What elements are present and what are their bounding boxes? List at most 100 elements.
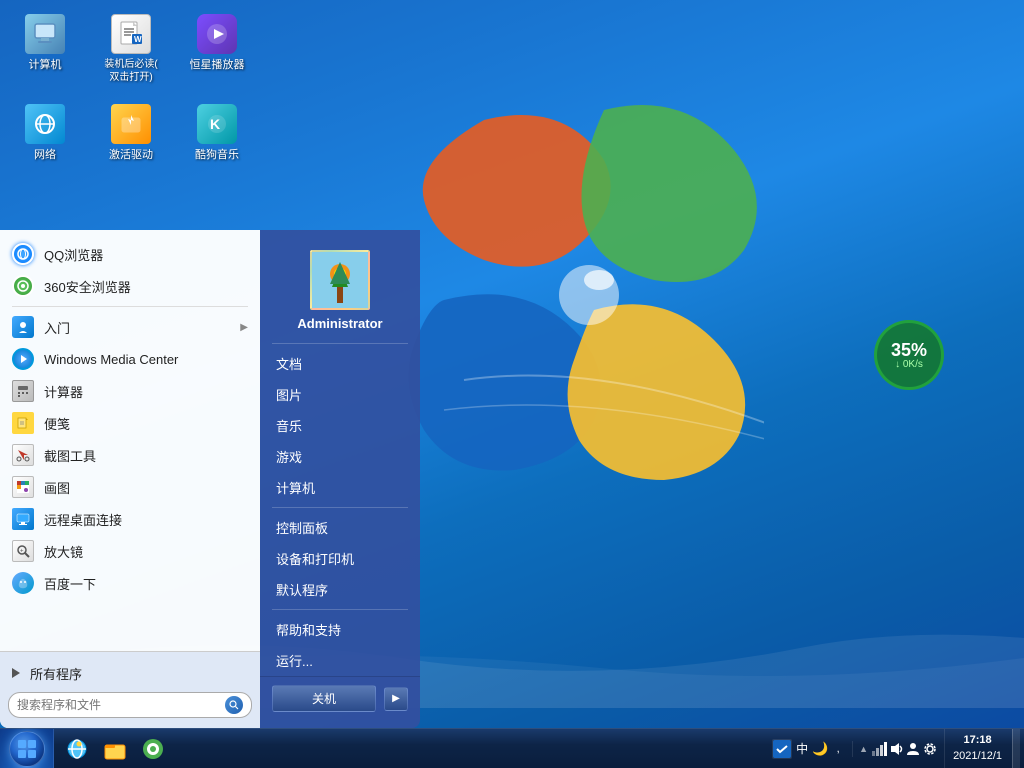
menu-item-stickynotes[interactable]: 便笺 bbox=[0, 407, 260, 439]
taskbar-item-ie[interactable] bbox=[59, 732, 95, 766]
tray-expand-button[interactable]: ▲ bbox=[857, 744, 870, 754]
search-bar bbox=[8, 692, 252, 718]
start-orb bbox=[9, 731, 45, 767]
volume-tray-icon[interactable] bbox=[888, 741, 904, 757]
activate-icon-label: 激活驱动 bbox=[109, 148, 153, 162]
clock-date: 2021/12/1 bbox=[953, 749, 1002, 764]
network-tray-icon[interactable] bbox=[871, 741, 887, 757]
menu-item-snipping[interactable]: 截图工具 bbox=[0, 439, 260, 471]
clock-area[interactable]: 17:18 2021/12/1 bbox=[944, 729, 1010, 768]
paint-icon bbox=[12, 476, 34, 498]
moon-icon[interactable]: 🌙 bbox=[812, 741, 828, 757]
desktop-icon-computer[interactable]: 计算机 bbox=[10, 10, 80, 88]
taskbar-items bbox=[54, 729, 764, 768]
baidu-label: 百度一下 bbox=[44, 574, 248, 593]
avatar-image bbox=[312, 252, 368, 308]
menu-item-intro[interactable]: 入门 ▶ bbox=[0, 311, 260, 343]
menu-item-360-browser[interactable]: 360安全浏览器 bbox=[0, 270, 260, 302]
rdp-label: 远程桌面连接 bbox=[44, 510, 248, 529]
wmc-label: Windows Media Center bbox=[44, 352, 248, 367]
desktop-icon-doc[interactable]: W 装机后必读( 双击打开) bbox=[96, 10, 166, 88]
punctuation-icon[interactable]: , bbox=[830, 741, 846, 757]
right-item-control-panel[interactable]: 控制面板 bbox=[260, 512, 420, 543]
shutdown-arrow-button[interactable]: ▶ bbox=[384, 687, 408, 711]
360-browser-label: 360安全浏览器 bbox=[44, 277, 248, 296]
right-item-computer[interactable]: 计算机 bbox=[260, 472, 420, 503]
paint-label: 画图 bbox=[44, 478, 248, 497]
menu-item-calculator[interactable]: 计算器 bbox=[0, 375, 260, 407]
intro-icon bbox=[12, 316, 34, 338]
menu-item-magnifier[interactable]: + 放大镜 bbox=[0, 535, 260, 567]
search-button[interactable] bbox=[225, 696, 243, 714]
taskbar-item-explorer[interactable] bbox=[97, 732, 133, 766]
right-item-run[interactable]: 运行... bbox=[260, 645, 420, 676]
desktop-icon-kugou[interactable]: K 酷狗音乐 bbox=[182, 100, 252, 166]
activate-icon bbox=[111, 104, 151, 144]
user-tray-icon[interactable] bbox=[905, 741, 921, 757]
clock-time: 17:18 bbox=[963, 733, 991, 748]
calculator-label: 计算器 bbox=[44, 382, 248, 401]
menu-divider-1 bbox=[12, 306, 248, 307]
right-divider-1 bbox=[272, 343, 408, 344]
media-icon-label: 恒星播放器 bbox=[190, 58, 245, 72]
menu-item-baidu[interactable]: 百度一下 bbox=[0, 567, 260, 599]
shutdown-button[interactable]: 关机 bbox=[272, 685, 376, 712]
desktop-icon-network[interactable]: 网络 bbox=[10, 100, 80, 166]
doc-icon: W bbox=[111, 14, 151, 54]
right-item-help[interactable]: 帮助和支持 bbox=[260, 614, 420, 645]
kugou-icon: K bbox=[197, 104, 237, 144]
desktop-icon-media[interactable]: 恒星播放器 bbox=[182, 10, 252, 88]
right-item-music[interactable]: 音乐 bbox=[260, 410, 420, 441]
doc-icon-label: 装机后必读( 双击打开) bbox=[104, 58, 157, 84]
user-icon bbox=[905, 741, 921, 757]
settings-icon bbox=[922, 741, 938, 757]
net-percent: 35% bbox=[891, 341, 927, 359]
computer-icon bbox=[25, 14, 65, 54]
desktop: 计算机 W 装机后必读( 双击打开) bbox=[0, 0, 1024, 768]
menu-item-rdp[interactable]: 远程桌面连接 bbox=[0, 503, 260, 535]
gear-tray-icon[interactable] bbox=[922, 741, 938, 757]
show-desktop-button[interactable] bbox=[1012, 729, 1020, 768]
menu-item-qq-browser[interactable]: QQ浏览器 bbox=[0, 238, 260, 270]
search-input[interactable] bbox=[17, 698, 221, 712]
language-indicator: 中 🌙 , bbox=[768, 739, 850, 759]
user-avatar[interactable] bbox=[310, 250, 370, 310]
desktop-icon-activate[interactable]: 激活驱动 bbox=[96, 100, 166, 166]
start-menu: QQ浏览器 360安全浏览器 入门 ▶ bbox=[0, 230, 420, 728]
shutdown-row: 关机 ▶ bbox=[260, 676, 420, 720]
magnifier-label: 放大镜 bbox=[44, 542, 248, 561]
all-programs-item[interactable]: 所有程序 bbox=[0, 658, 260, 688]
right-item-default-programs[interactable]: 默认程序 bbox=[260, 574, 420, 605]
baidu-icon bbox=[12, 572, 34, 594]
taskbar-item-360[interactable] bbox=[135, 732, 171, 766]
start-menu-programs: QQ浏览器 360安全浏览器 入门 ▶ bbox=[0, 230, 260, 651]
magnifier-icon: + bbox=[12, 540, 34, 562]
svg-text:+: + bbox=[20, 549, 24, 555]
lang-text: 中 bbox=[796, 740, 808, 757]
user-name: Administrator bbox=[297, 316, 382, 331]
menu-item-paint[interactable]: 画图 bbox=[0, 471, 260, 503]
all-programs-label: 所有程序 bbox=[30, 664, 248, 683]
lang-button[interactable] bbox=[772, 739, 792, 759]
right-item-games[interactable]: 游戏 bbox=[260, 441, 420, 472]
stickynotes-icon bbox=[12, 412, 34, 434]
windows-logo bbox=[404, 80, 764, 500]
desktop-icon-row-2: 网络 激活驱动 K 酷 bbox=[10, 100, 252, 166]
windows-start-icon bbox=[17, 739, 37, 759]
explorer-icon bbox=[103, 737, 127, 761]
menu-item-wmc[interactable]: Windows Media Center bbox=[0, 343, 260, 375]
right-item-documents[interactable]: 文档 bbox=[260, 348, 420, 379]
right-divider-2 bbox=[272, 507, 408, 508]
rdp-icon bbox=[12, 508, 34, 530]
right-item-pictures[interactable]: 图片 bbox=[260, 379, 420, 410]
media-icon bbox=[197, 14, 237, 54]
search-icon bbox=[229, 700, 239, 710]
right-item-devices[interactable]: 设备和打印机 bbox=[260, 543, 420, 574]
checkmark-icon bbox=[773, 740, 791, 758]
wmc-icon bbox=[12, 348, 34, 370]
right-divider-3 bbox=[272, 609, 408, 610]
snipping-icon bbox=[12, 444, 34, 466]
start-button[interactable] bbox=[0, 729, 54, 768]
volume-icon bbox=[888, 741, 904, 757]
taskbar-right: 中 🌙 , ▲ bbox=[764, 729, 1024, 768]
